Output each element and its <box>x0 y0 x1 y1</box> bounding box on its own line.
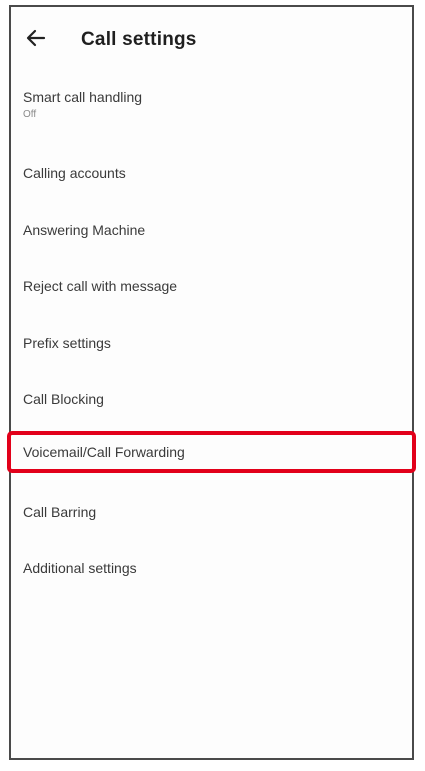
setting-reject-call-with-message[interactable]: Reject call with message <box>11 272 412 320</box>
app-bar: Call settings <box>11 7 412 67</box>
setting-label: Additional settings <box>23 560 137 576</box>
setting-label: Voicemail/Call Forwarding <box>23 444 185 460</box>
phone-screen: Call settings Smart call handling Off Ca… <box>7 5 416 760</box>
setting-answering-machine[interactable]: Answering Machine <box>11 216 412 264</box>
setting-voicemail-call-forwarding[interactable]: Voicemail/Call Forwarding <box>7 431 416 473</box>
setting-label: Prefix settings <box>23 335 111 351</box>
back-arrow-icon <box>26 29 46 47</box>
setting-smart-call-handling[interactable]: Smart call handling Off <box>11 83 412 131</box>
setting-label: Smart call handling <box>23 89 143 105</box>
setting-call-blocking[interactable]: Call Blocking <box>11 385 412 433</box>
setting-calling-accounts[interactable]: Calling accounts <box>11 159 412 207</box>
setting-label: Answering Machine <box>23 222 146 238</box>
setting-additional-settings[interactable]: Additional settings <box>11 554 412 602</box>
back-button[interactable] <box>21 23 51 53</box>
page-title: Call settings <box>81 29 197 50</box>
setting-call-barring[interactable]: Call Barring <box>11 498 412 546</box>
setting-status: Off <box>23 109 37 120</box>
setting-label: Calling accounts <box>23 165 126 181</box>
setting-label: Call Barring <box>23 504 97 520</box>
setting-label: Reject call with message <box>23 278 178 294</box>
setting-label: Call Blocking <box>23 391 104 407</box>
setting-prefix-settings[interactable]: Prefix settings <box>11 329 412 377</box>
